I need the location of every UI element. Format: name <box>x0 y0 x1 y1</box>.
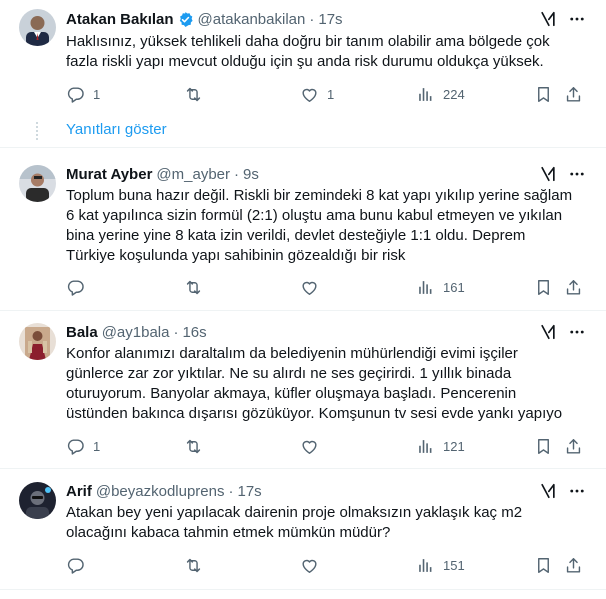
tweet[interactable]: Murat Ayber @m_ayber · 9s Toplum buna ha… <box>0 148 606 310</box>
reply-icon <box>66 278 85 297</box>
author-handle[interactable]: @m_ayber <box>156 166 230 183</box>
reply-button[interactable]: 1 <box>66 82 100 106</box>
reply-button[interactable] <box>66 553 93 577</box>
grok-icon[interactable] <box>538 9 558 29</box>
show-replies-link[interactable]: Yanıtları göster <box>66 121 167 138</box>
views-button[interactable]: 121 <box>416 434 465 458</box>
share-icon <box>564 278 583 297</box>
like-button[interactable] <box>300 275 327 299</box>
bookmark-button[interactable] <box>534 275 553 299</box>
views-button[interactable]: 224 <box>416 82 465 106</box>
views-count: 161 <box>443 279 465 295</box>
author-name[interactable]: Atakan Bakılan <box>66 11 174 28</box>
retweet-button[interactable] <box>184 434 211 458</box>
tweet-actions: 161 <box>60 275 590 299</box>
author-handle[interactable]: @atakanbakilan <box>198 11 306 28</box>
author-handle[interactable]: @beyazkodluprens <box>96 483 225 500</box>
views-count: 121 <box>443 438 465 454</box>
tweet-actions: 151 <box>60 553 590 577</box>
more-options-icon[interactable] <box>568 323 586 341</box>
author-name[interactable]: Bala <box>66 324 98 341</box>
like-count: 1 <box>327 86 335 102</box>
retweet-icon <box>184 85 203 104</box>
bookmark-button[interactable] <box>534 553 553 577</box>
share-icon <box>564 85 583 104</box>
like-button[interactable] <box>300 553 327 577</box>
avatar[interactable] <box>19 323 56 360</box>
tweet-text: Konfor alanımızı daraltalım da belediyen… <box>66 345 563 422</box>
reply-icon <box>66 85 85 104</box>
bookmark-button[interactable] <box>534 434 553 458</box>
retweet-icon <box>184 437 203 456</box>
share-button[interactable] <box>564 553 583 577</box>
thread-dots <box>36 122 38 142</box>
separator-dot: · <box>234 165 239 183</box>
views-icon <box>416 556 435 575</box>
author-handle[interactable]: @ay1bala <box>102 324 170 341</box>
grok-icon[interactable] <box>538 164 558 184</box>
bookmark-icon <box>534 85 553 104</box>
reply-count: 1 <box>93 86 101 102</box>
reply-icon <box>66 437 85 456</box>
timestamp[interactable]: 17s <box>237 483 261 500</box>
author-name[interactable]: Murat Ayber <box>66 166 152 183</box>
reply-count: 1 <box>93 438 101 454</box>
retweet-button[interactable] <box>184 275 211 299</box>
retweet-icon <box>184 556 203 575</box>
bookmark-icon <box>534 278 553 297</box>
tweet-text: Atakan bey yeni yapılacak dairenin proje… <box>66 504 523 541</box>
like-icon <box>300 278 319 297</box>
avatar[interactable] <box>19 165 56 202</box>
views-button[interactable]: 151 <box>416 553 465 577</box>
timestamp[interactable]: 16s <box>182 324 206 341</box>
share-button[interactable] <box>564 275 583 299</box>
tweet[interactable]: Atakan Bakılan @atakanbakilan · 17s Hakl… <box>0 0 606 147</box>
share-icon <box>564 437 583 456</box>
share-button[interactable] <box>564 82 583 106</box>
like-icon <box>300 556 319 575</box>
retweet-button[interactable] <box>184 553 211 577</box>
views-icon <box>416 85 435 104</box>
like-icon <box>300 85 319 104</box>
like-button[interactable]: 1 <box>300 82 334 106</box>
grok-icon[interactable] <box>538 322 558 342</box>
tweet[interactable]: Bala @ay1bala · 16s Konfor alanımızı dar… <box>0 311 606 468</box>
tweet[interactable]: Arif @beyazkodluprens · 17s Atakan bey y… <box>0 469 606 599</box>
views-icon <box>416 437 435 456</box>
timestamp[interactable]: 17s <box>318 11 342 28</box>
separator-dot: · <box>309 10 315 28</box>
bookmark-icon <box>534 437 553 456</box>
timestamp[interactable]: 9s <box>243 166 259 183</box>
retweet-button[interactable] <box>184 82 211 106</box>
separator-dot: · <box>228 482 234 500</box>
tweet-text: Toplum buna hazır değil. Riskli bir zemi… <box>66 187 573 264</box>
reply-icon <box>66 556 85 575</box>
like-button[interactable] <box>300 434 327 458</box>
views-icon <box>416 278 435 297</box>
views-button[interactable]: 161 <box>416 275 465 299</box>
reply-button[interactable]: 1 <box>66 434 100 458</box>
share-button[interactable] <box>564 434 583 458</box>
more-options-icon[interactable] <box>568 165 586 183</box>
separator-dot: · <box>173 323 179 341</box>
bookmark-button[interactable] <box>534 82 553 106</box>
like-icon <box>300 437 319 456</box>
author-name[interactable]: Arif <box>66 483 92 500</box>
grok-icon[interactable] <box>538 481 558 501</box>
bookmark-icon <box>534 556 553 575</box>
views-count: 224 <box>443 86 465 102</box>
more-options-icon[interactable] <box>568 482 586 500</box>
tweet-actions: 1 1 224 <box>60 82 590 106</box>
reply-button[interactable] <box>66 275 93 299</box>
more-options-icon[interactable] <box>568 10 586 28</box>
avatar[interactable] <box>19 482 56 519</box>
avatar[interactable] <box>19 9 56 46</box>
views-count: 151 <box>443 557 465 573</box>
verified-badge-icon <box>179 11 193 27</box>
retweet-icon <box>184 278 203 297</box>
divider <box>0 589 606 590</box>
share-icon <box>564 556 583 575</box>
tweet-text: Haklısınız, yüksek tehlikeli daha doğru … <box>66 33 550 70</box>
tweet-actions: 1 121 <box>60 434 590 458</box>
